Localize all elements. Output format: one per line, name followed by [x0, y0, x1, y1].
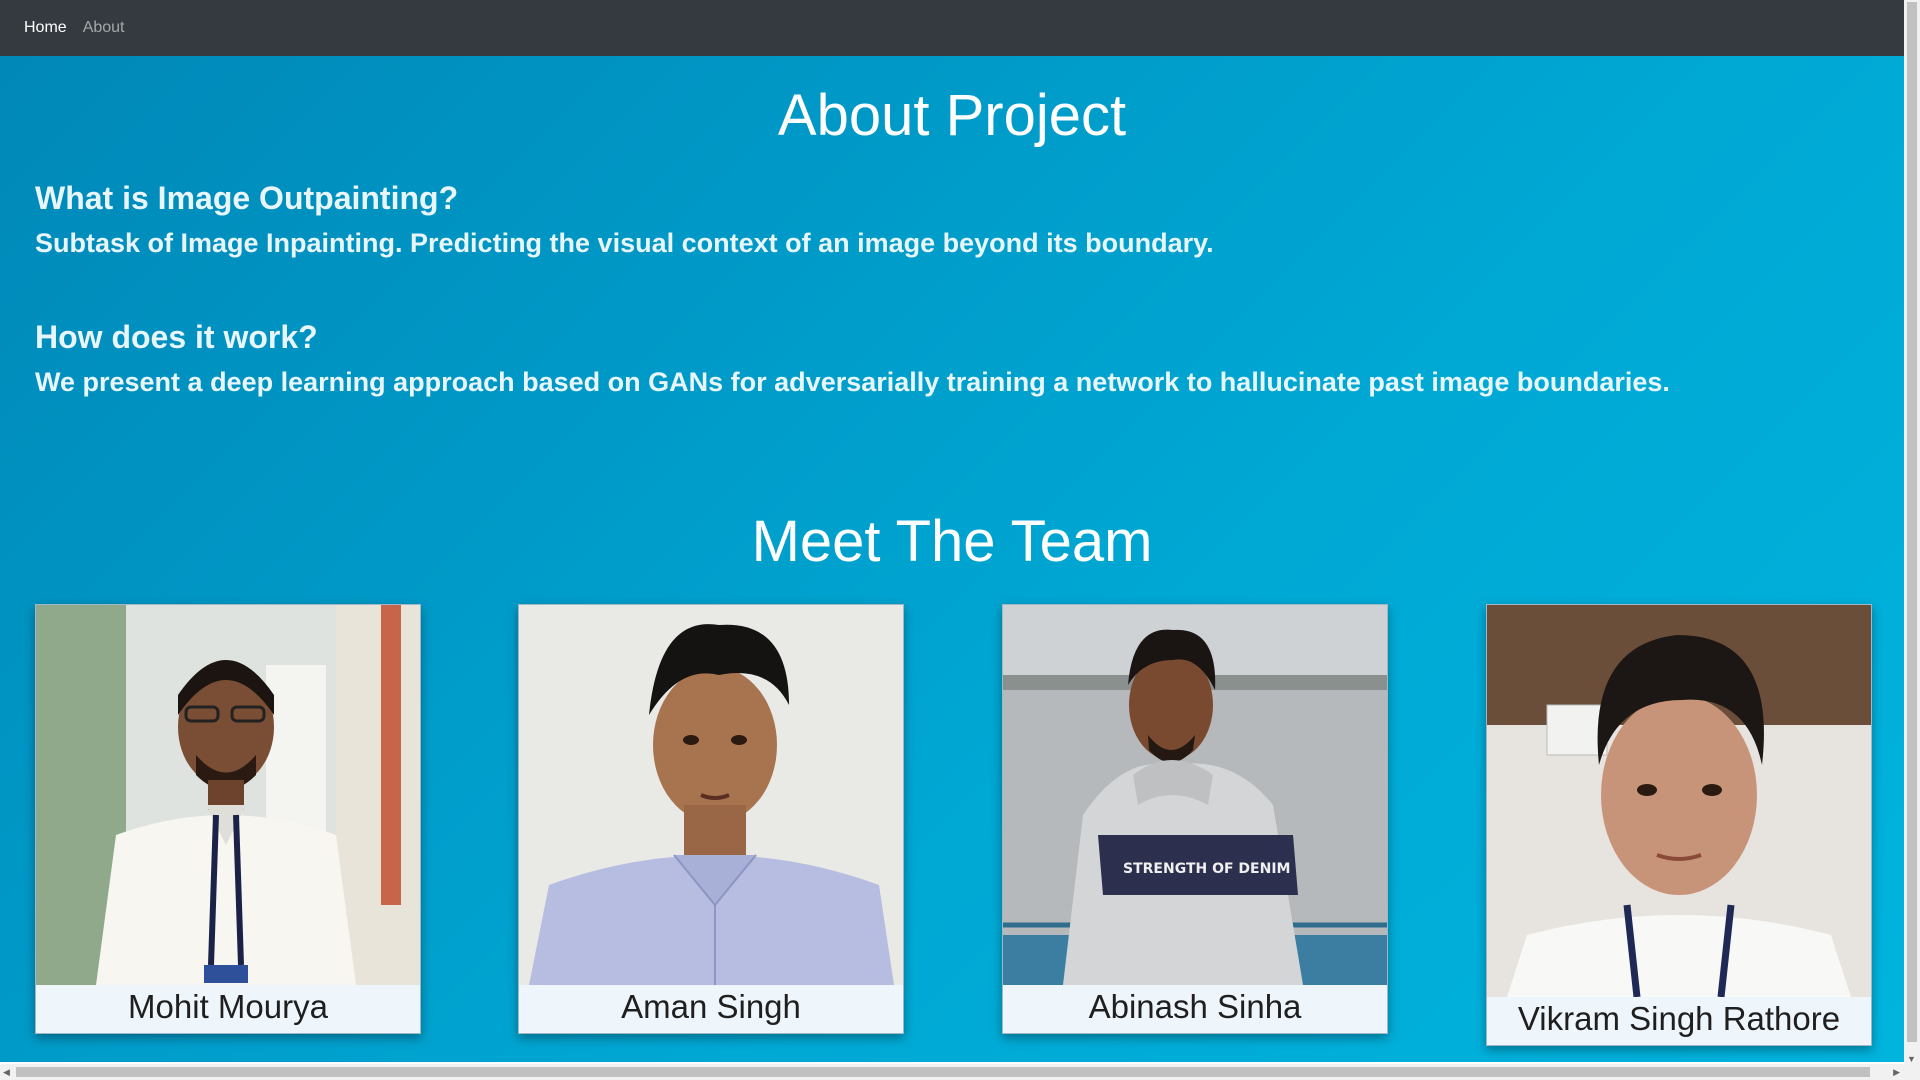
nav-about-link[interactable]: About	[83, 19, 125, 37]
team-member-name: Abinash Sinha	[1088, 988, 1302, 1025]
team-card: Mohit Mourya	[35, 604, 421, 1034]
horizontal-scrollbar[interactable]: ◀ ▶	[0, 1064, 1920, 1080]
question-heading-1: What is Image Outpainting?	[35, 180, 459, 216]
team-member-photo	[1487, 605, 1871, 997]
browser-viewport: Home About About Project What is Image O…	[0, 0, 1920, 1080]
team-member-photo: STRENGTH OF DENIM	[1003, 605, 1387, 985]
answer-text-1: Subtask of Image Inpainting. Predicting …	[35, 228, 1214, 258]
team-card: STRENGTH OF DENIM Abinash Sinha	[1002, 604, 1388, 1034]
navbar: Home About	[0, 0, 1904, 56]
vertical-scrollbar[interactable]: ▼	[1904, 0, 1920, 1064]
vertical-scrollbar-thumb[interactable]	[1907, 2, 1917, 1042]
team-member-name: Aman Singh	[621, 988, 801, 1025]
team-member-photo	[519, 605, 903, 985]
team-member-photo	[36, 605, 420, 985]
team-title: Meet The Team	[751, 509, 1153, 574]
main-content: About Project What is Image Outpainting?…	[0, 56, 1904, 1062]
team-member-name: Mohit Mourya	[128, 988, 328, 1025]
nav-home-link[interactable]: Home	[24, 19, 67, 37]
answer-text-2: We present a deep learning approach base…	[35, 367, 1670, 397]
team-card: Aman Singh	[518, 604, 904, 1034]
horizontal-scrollbar-thumb[interactable]	[16, 1067, 1870, 1077]
team-member-name: Vikram Singh Rathore	[1517, 1000, 1841, 1037]
svg-text:STRENGTH OF DENIM: STRENGTH OF DENIM	[1123, 861, 1290, 877]
scroll-down-arrow-icon[interactable]: ▼	[1907, 1054, 1916, 1064]
team-card: Vikram Singh Rathore	[1486, 604, 1872, 1046]
scroll-left-arrow-icon[interactable]: ◀	[3, 1067, 10, 1078]
page-title: About Project	[777, 83, 1127, 148]
scroll-right-arrow-icon[interactable]: ▶	[1893, 1067, 1900, 1078]
question-heading-2: How does it work?	[35, 319, 318, 355]
